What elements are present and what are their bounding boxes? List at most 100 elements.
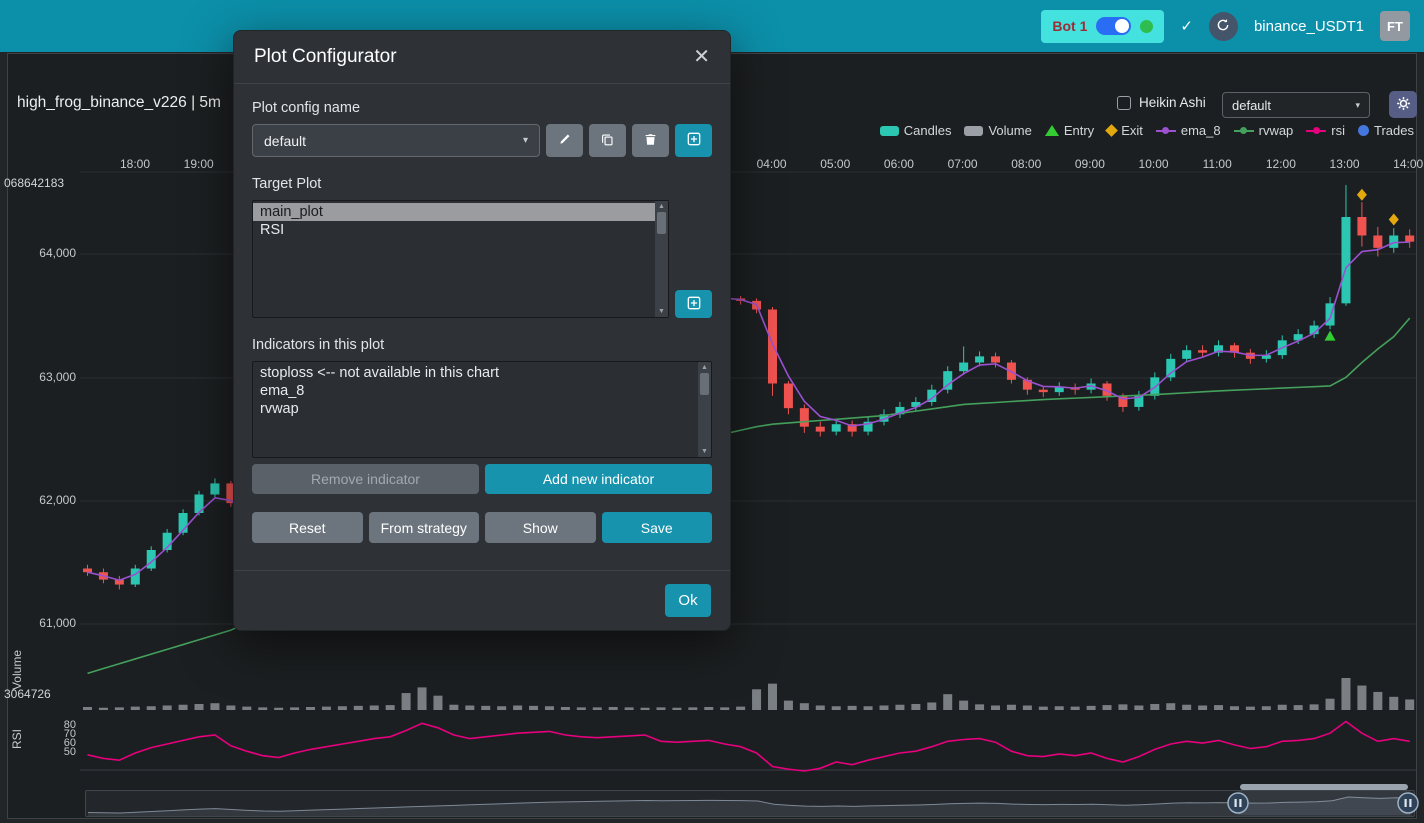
volume-bar xyxy=(927,702,936,710)
indicator-option[interactable]: ema_8 xyxy=(253,382,698,400)
ft-logo: FT xyxy=(1380,11,1410,41)
candle-body xyxy=(1389,236,1398,248)
volume-bar xyxy=(1278,705,1287,710)
legend-item-entry[interactable]: Entry xyxy=(1045,123,1094,138)
add-indicator-button[interactable]: Add new indicator xyxy=(485,464,712,494)
delete-config-button[interactable] xyxy=(632,124,669,157)
candle-body xyxy=(975,356,984,362)
bot-toggle[interactable] xyxy=(1096,17,1131,35)
volume-bar xyxy=(402,693,411,710)
legend-item-volume[interactable]: Volume xyxy=(964,123,1031,138)
exit-marker xyxy=(1389,213,1399,225)
refresh-button[interactable] xyxy=(1209,12,1238,41)
indicators-listbox[interactable]: stoploss <-- not available in this chart… xyxy=(252,361,712,458)
target-plot-option[interactable]: RSI xyxy=(253,221,655,239)
volume-bar xyxy=(561,707,570,710)
candle-body xyxy=(816,427,825,432)
datazoom-handle-left[interactable] xyxy=(1228,793,1248,813)
scroll-up-icon[interactable]: ▲ xyxy=(701,364,708,371)
duplicate-config-button[interactable] xyxy=(589,124,626,157)
volume-legend-marker xyxy=(964,126,983,136)
candle-body xyxy=(784,383,793,408)
config-name-select[interactable]: default ▾ xyxy=(252,124,540,157)
scroll-thumb[interactable] xyxy=(700,373,709,395)
candle-body xyxy=(210,483,219,494)
scroll-up-icon[interactable]: ▲ xyxy=(658,203,665,210)
plot-configurator-modal: Plot Configurator ✕ Plot config name def… xyxy=(233,30,731,631)
save-button[interactable]: Save xyxy=(602,512,713,543)
volume-bar xyxy=(864,706,873,710)
plot-config-dropdown-value: default xyxy=(1232,98,1271,113)
legend-label: Volume xyxy=(988,123,1031,138)
navbar-right-group: Bot 1 ✓ binance_USDT1 FT xyxy=(1041,10,1424,43)
candle-body xyxy=(1341,217,1350,303)
candle-body xyxy=(1055,387,1064,392)
legend-item-ema_8[interactable]: ema_8 xyxy=(1156,123,1221,138)
datazoom-handle-right[interactable] xyxy=(1398,793,1418,813)
volume-bar xyxy=(704,707,713,710)
add-config-button[interactable] xyxy=(675,124,712,157)
indicator-option[interactable]: stoploss <-- not available in this chart xyxy=(253,364,698,382)
volume-bar xyxy=(354,706,363,710)
rsi-axis-label: RSI xyxy=(10,729,24,749)
volume-bar xyxy=(848,706,857,710)
target-plot-option[interactable]: main_plot xyxy=(253,203,655,221)
reset-button[interactable]: Reset xyxy=(252,512,363,543)
show-button[interactable]: Show xyxy=(485,512,596,543)
indicator-option[interactable]: rvwap xyxy=(253,400,698,418)
volume-bar xyxy=(147,706,156,710)
volume-bar xyxy=(418,687,427,710)
plot-settings-button[interactable] xyxy=(1389,91,1417,118)
bot-selector[interactable]: Bot 1 xyxy=(1041,10,1164,43)
legend-item-rvwap[interactable]: rvwap xyxy=(1234,123,1294,138)
plus-square-icon xyxy=(687,296,701,313)
modal-footer: Ok xyxy=(234,570,730,630)
pause-bar-icon xyxy=(1409,799,1411,807)
config-name-row: default ▾ xyxy=(252,124,712,157)
volume-bar xyxy=(99,708,108,710)
volume-bar xyxy=(1198,705,1207,710)
volume-bar xyxy=(1230,706,1239,710)
pause-bar-icon xyxy=(1405,799,1407,807)
edit-config-button[interactable] xyxy=(546,124,583,157)
legend-item-trades[interactable]: Trades xyxy=(1358,123,1414,138)
from-strategy-button[interactable]: From strategy xyxy=(369,512,480,543)
heikin-ashi-checkbox[interactable] xyxy=(1117,96,1131,110)
scroll-down-icon[interactable]: ▼ xyxy=(701,448,708,455)
volume-bar xyxy=(816,705,825,710)
volume-bar xyxy=(609,707,618,710)
datazoom-window[interactable] xyxy=(1238,791,1410,815)
check-icon: ✓ xyxy=(1180,17,1193,35)
target-plot-side-col xyxy=(675,200,712,318)
scrollbar[interactable]: ▲▼ xyxy=(655,201,668,317)
scroll-down-icon[interactable]: ▼ xyxy=(658,308,665,315)
trash-icon xyxy=(644,133,657,149)
volume-bar xyxy=(433,696,442,710)
legend-label: rsi xyxy=(1331,123,1345,138)
candle-body xyxy=(832,424,841,431)
legend-item-rsi[interactable]: rsi xyxy=(1306,123,1345,138)
scrollbar[interactable]: ▲▼ xyxy=(698,362,711,457)
scroll-thumb[interactable] xyxy=(657,212,666,234)
copy-icon xyxy=(601,133,614,149)
volume-bar xyxy=(895,705,904,710)
legend-item-candles[interactable]: Candles xyxy=(880,123,952,138)
ok-button[interactable]: Ok xyxy=(665,584,711,617)
target-plot-listbox[interactable]: main_plotRSI ▲▼ xyxy=(252,200,669,318)
indicators-label: Indicators in this plot xyxy=(252,337,712,353)
legend-item-exit[interactable]: Exit xyxy=(1107,123,1143,138)
close-icon[interactable]: ✕ xyxy=(693,47,710,67)
heikin-ashi-label: Heikin Ashi xyxy=(1139,95,1206,110)
volume-bar xyxy=(179,705,188,710)
plot-config-dropdown[interactable]: default ▾ xyxy=(1222,92,1370,118)
modal-body: Plot config name default ▾ Target Plot m… xyxy=(234,84,730,570)
volume-bar xyxy=(258,707,267,710)
remove-indicator-button[interactable]: Remove indicator xyxy=(252,464,479,494)
volume-bar xyxy=(338,706,347,710)
legend-label: Exit xyxy=(1121,123,1143,138)
datazoom-range-bar[interactable] xyxy=(1240,784,1408,790)
modal-title: Plot Configurator xyxy=(254,46,397,68)
volume-bar xyxy=(226,705,235,710)
add-plot-button[interactable] xyxy=(675,290,712,318)
volume-bar xyxy=(1310,704,1319,710)
